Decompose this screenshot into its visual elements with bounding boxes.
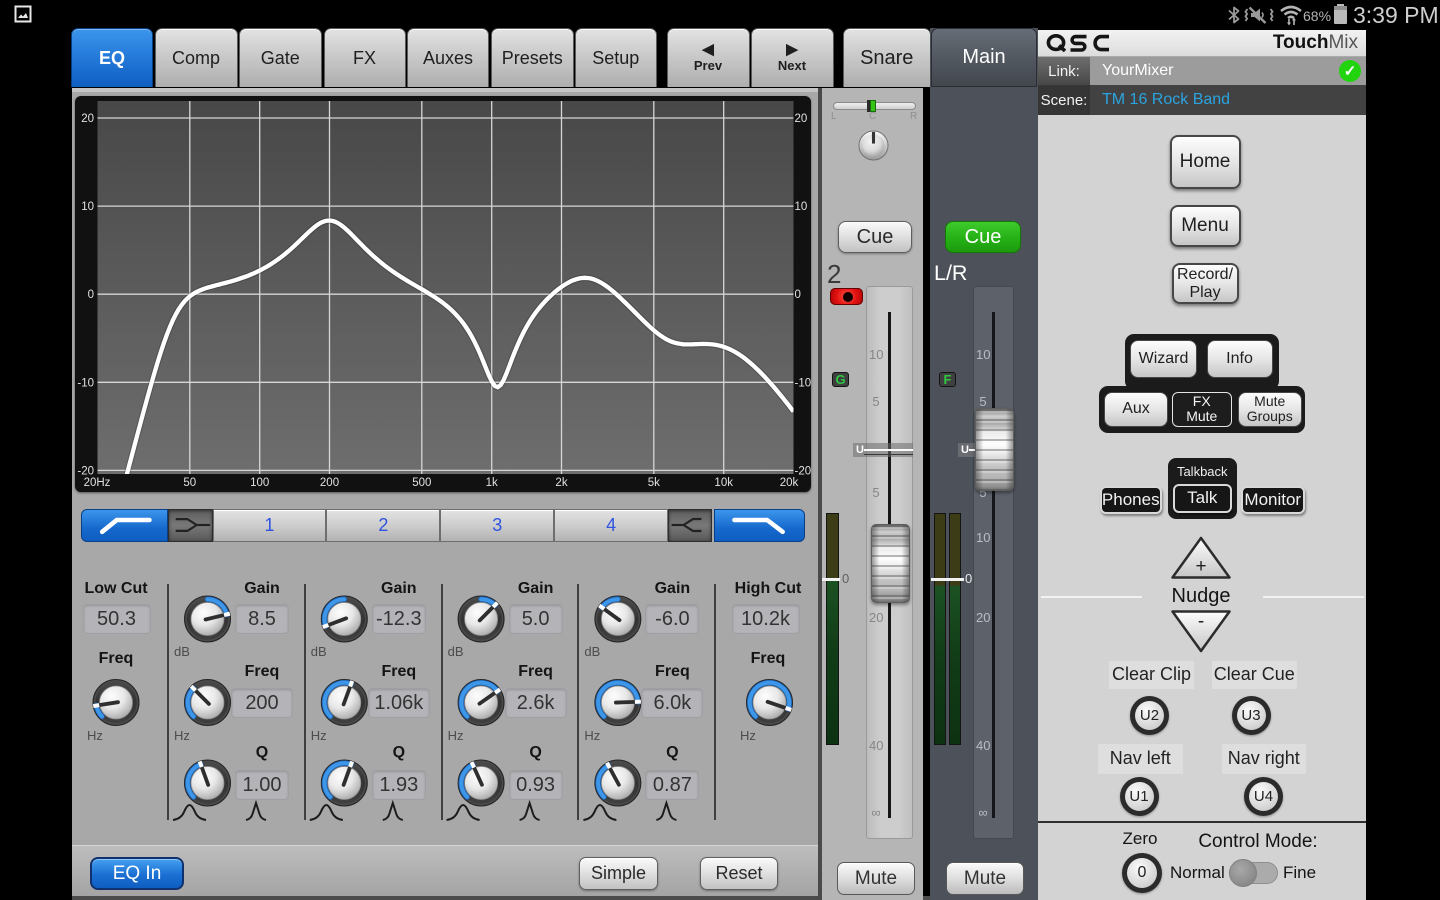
svg-text:-: - bbox=[1198, 611, 1204, 632]
svg-text:+: + bbox=[1195, 556, 1206, 577]
